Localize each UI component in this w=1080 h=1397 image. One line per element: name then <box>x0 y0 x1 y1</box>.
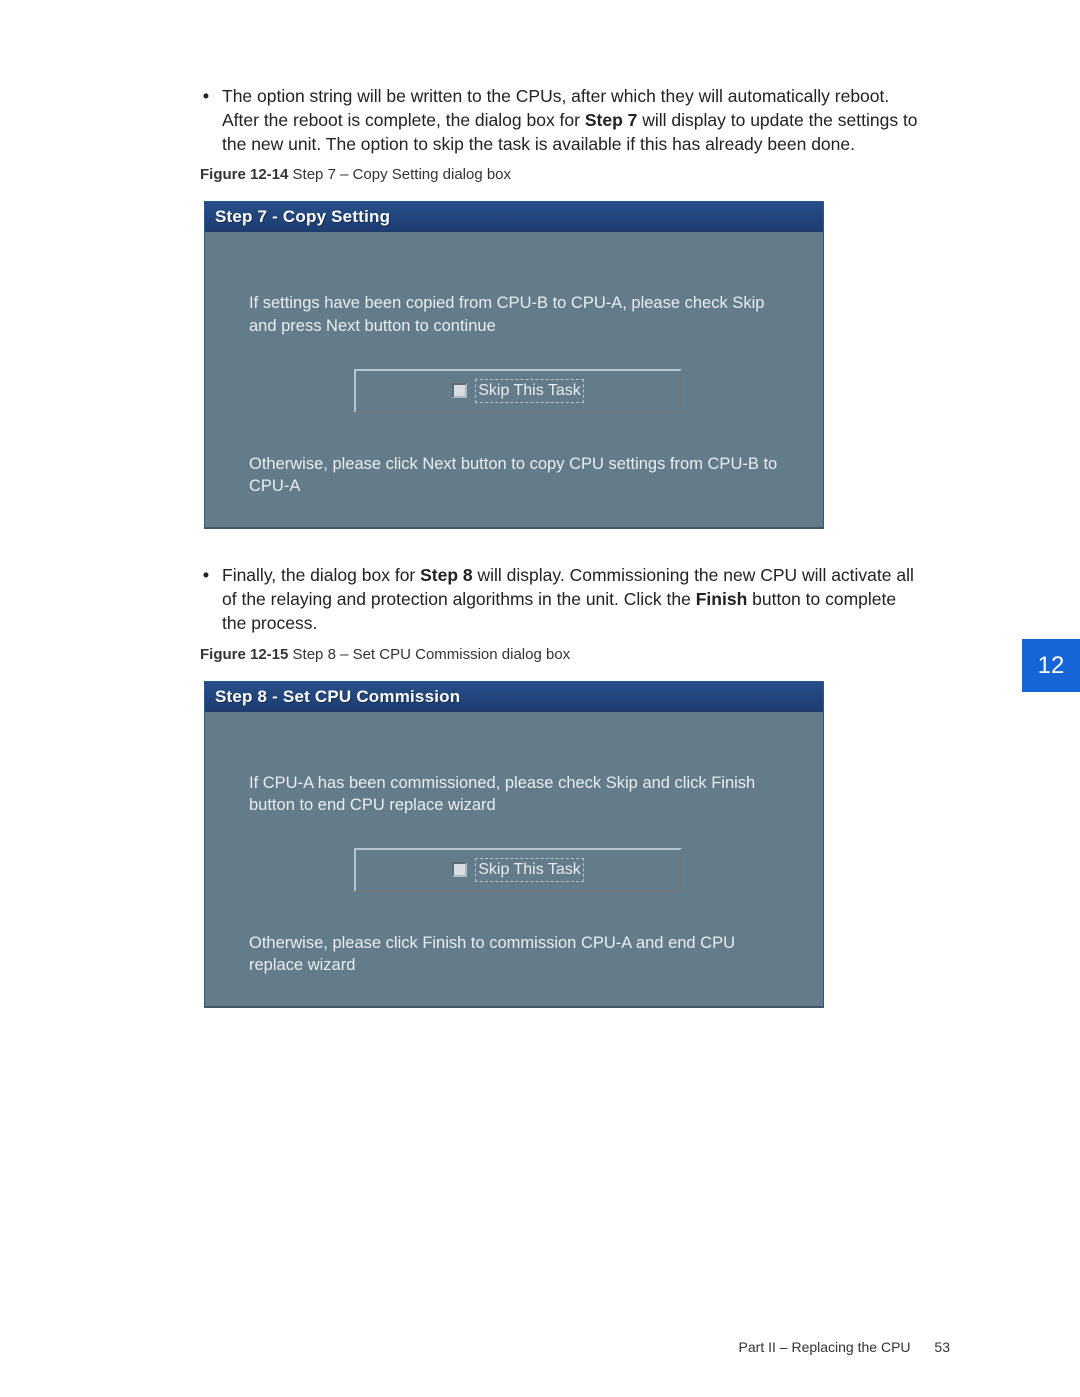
bold-text: Finish <box>696 589 748 609</box>
dialog-message: If settings have been copied from CPU-B … <box>249 292 787 337</box>
bullet-text: Finally, the dialog box for Step 8 will … <box>222 563 920 635</box>
caption-label: Figure 12-15 <box>200 646 288 663</box>
caption-label: Figure 12-14 <box>200 166 288 183</box>
page-number: 53 <box>934 1339 950 1355</box>
figure-caption: Figure 12-14 Step 7 – Copy Setting dialo… <box>200 166 920 183</box>
dialog-message: If CPU-A has been commissioned, please c… <box>249 772 787 817</box>
dialog-set-cpu-commission: Step 8 - Set CPU Commission If CPU-A has… <box>204 681 824 1009</box>
skip-checkbox[interactable] <box>452 383 467 398</box>
bold-text: Step 8 <box>420 565 473 585</box>
dialog-title: Step 8 - Set CPU Commission <box>205 682 823 712</box>
skip-label: Skip This Task <box>475 379 584 403</box>
skip-task-button[interactable]: Skip This Task <box>354 369 682 413</box>
bullet-item: • Finally, the dialog box for Step 8 wil… <box>200 563 920 635</box>
bullet-dot: • <box>200 563 212 635</box>
page-footer: Part II – Replacing the CPU 53 <box>739 1339 950 1355</box>
bold-text: Step 7 <box>585 110 638 130</box>
dialog-body: If CPU-A has been commissioned, please c… <box>205 712 823 985</box>
dialog-copy-setting: Step 7 - Copy Setting If settings have b… <box>204 201 824 529</box>
figure-caption: Figure 12-15 Step 8 – Set CPU Commission… <box>200 646 920 663</box>
page-content: • The option string will be written to t… <box>200 84 920 1008</box>
skip-checkbox[interactable] <box>452 862 467 877</box>
footer-section: Part II – Replacing the CPU <box>739 1339 911 1355</box>
dialog-lower-message: Otherwise, please click Next button to c… <box>249 453 787 498</box>
skip-label: Skip This Task <box>475 858 584 882</box>
dialog-title: Step 7 - Copy Setting <box>205 202 823 232</box>
bullet-item: • The option string will be written to t… <box>200 84 920 156</box>
caption-text: Step 7 – Copy Setting dialog box <box>288 166 511 183</box>
skip-task-button[interactable]: Skip This Task <box>354 848 682 892</box>
bullet-text: The option string will be written to the… <box>222 84 920 156</box>
text-segment: Finally, the dialog box for <box>222 565 420 585</box>
bullet-dot: • <box>200 84 212 156</box>
dialog-body: If settings have been copied from CPU-B … <box>205 232 823 505</box>
caption-text: Step 8 – Set CPU Commission dialog box <box>288 646 570 663</box>
dialog-lower-message: Otherwise, please click Finish to commis… <box>249 932 787 977</box>
chapter-tab: 12 <box>1022 639 1080 692</box>
